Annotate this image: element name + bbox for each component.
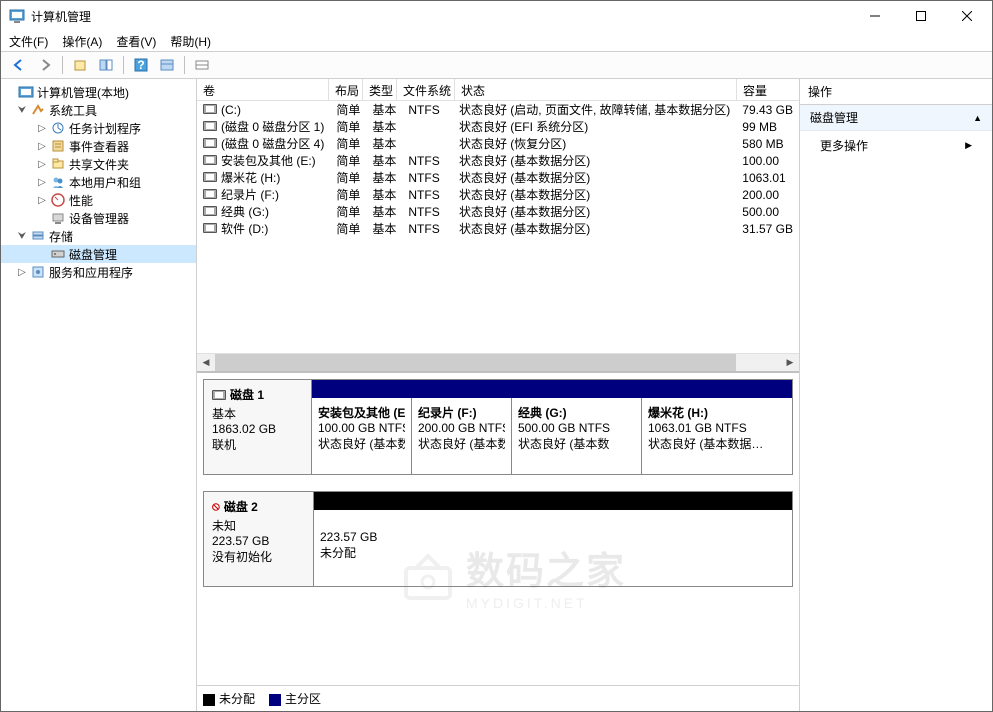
toolbar: ? [1,51,992,79]
maximize-button[interactable] [898,1,944,31]
tree-storage[interactable]: ⮟存储 [1,227,196,245]
volume-row[interactable]: (磁盘 0 磁盘分区 4)简单基本状态良好 (恢复分区)580 MB [197,135,799,152]
minimize-button[interactable] [852,1,898,31]
menu-bar: 文件(F) 操作(A) 查看(V) 帮助(H) [1,31,992,51]
col-layout[interactable]: 布局 [329,79,363,100]
tree-system-tools[interactable]: ⮟系统工具 [1,101,196,119]
actions-panel: 操作 磁盘管理 ▲ 更多操作 ▶ [800,79,992,711]
volume-row[interactable]: 经典 (G:)简单基本NTFS状态良好 (基本数据分区)500.00 [197,203,799,220]
tree-disk-management[interactable]: 磁盘管理 [1,245,196,263]
menu-file[interactable]: 文件(F) [9,33,48,50]
menu-action[interactable]: 操作(A) [62,33,102,50]
volumes-table[interactable]: (C:)简单基本NTFS状态良好 (启动, 页面文件, 故障转储, 基本数据分区… [197,101,799,237]
legend: 未分配 主分区 [197,685,799,711]
main-content: 卷 布局 类型 文件系统 状态 容量 (C:)简单基本NTFS状态良好 (启动,… [197,79,800,711]
disk-1-row[interactable]: 磁盘 1 基本 1863.02 GB 联机 安装包及其他 (E100.00 GB… [203,379,793,475]
collapse-icon[interactable]: ⮟ [15,103,29,117]
column-headers[interactable]: 卷 布局 类型 文件系统 状态 容量 [197,79,799,101]
expand-icon[interactable]: ▷ [35,121,49,135]
app-icon [9,8,25,24]
tree-event-viewer[interactable]: ▷事件查看器 [1,137,196,155]
expand-icon[interactable]: ▷ [35,193,49,207]
volume-row[interactable]: (C:)简单基本NTFS状态良好 (启动, 页面文件, 故障转储, 基本数据分区… [197,101,799,118]
disk-icon [212,390,226,400]
disk-1-partition[interactable]: 经典 (G:)500.00 GB NTFS状态良好 (基本数 [512,398,642,474]
tree-device-manager[interactable]: 设备管理器 [1,209,196,227]
volume-row[interactable]: 软件 (D:)简单基本NTFS状态良好 (基本数据分区)31.57 GB [197,220,799,237]
navigation-tree[interactable]: 计算机管理(本地) ⮟系统工具 ▷任务计划程序 ▷事件查看器 ▷共享文件夹 ▷本… [1,79,197,711]
menu-view[interactable]: 查看(V) [116,33,156,50]
title-bar: 计算机管理 [1,1,992,31]
volume-row[interactable]: 纪录片 (F:)简单基本NTFS状态良好 (基本数据分区)200.00 [197,186,799,203]
disk-2-label: ⦸ 磁盘 2 未知 223.57 GB 没有初始化 [204,492,314,586]
scroll-right-icon[interactable]: ▶ [781,354,799,371]
disk-1-header-bar [312,380,792,398]
h-scrollbar[interactable]: ◀ ▶ [197,353,799,371]
disk-2-header-bar [314,492,792,510]
warning-icon: ⦸ [212,499,220,514]
expand-icon[interactable]: ▷ [35,157,49,171]
tree-performance[interactable]: ▷性能 [1,191,196,209]
toolbar-icon-3[interactable] [155,54,179,76]
actions-header: 操作 [800,79,992,105]
toolbar-icon-4[interactable] [190,54,214,76]
scroll-left-icon[interactable]: ◀ [197,354,215,371]
window-title: 计算机管理 [31,8,852,25]
tree-services-apps[interactable]: ▷服务和应用程序 [1,263,196,281]
col-capacity[interactable]: 容量 [737,79,799,100]
expand-icon[interactable]: ▷ [35,175,49,189]
toolbar-icon-1[interactable] [68,54,92,76]
forward-button[interactable] [33,54,57,76]
col-volume[interactable]: 卷 [197,79,329,100]
toolbar-icon-2[interactable] [94,54,118,76]
disk-1-partition[interactable]: 爆米花 (H:)1063.01 GB NTFS状态良好 (基本数据… [642,398,792,474]
volume-list: 卷 布局 类型 文件系统 状态 容量 (C:)简单基本NTFS状态良好 (启动,… [197,79,799,373]
disk-1-label: 磁盘 1 基本 1863.02 GB 联机 [204,380,312,474]
expand-icon[interactable]: ▷ [35,139,49,153]
disk-map: 磁盘 1 基本 1863.02 GB 联机 安装包及其他 (E100.00 GB… [197,373,799,685]
collapse-icon[interactable]: ⮟ [15,229,29,243]
volume-row[interactable]: 安装包及其他 (E:)简单基本NTFS状态良好 (基本数据分区)100.00 [197,152,799,169]
tree-root[interactable]: 计算机管理(本地) [1,83,196,101]
scroll-thumb[interactable] [215,354,736,371]
expand-icon[interactable]: ▶ [965,140,972,151]
tree-shared-folders[interactable]: ▷共享文件夹 [1,155,196,173]
tree-task-scheduler[interactable]: ▷任务计划程序 [1,119,196,137]
disk-2-row[interactable]: ⦸ 磁盘 2 未知 223.57 GB 没有初始化 223.57 GB 未分配 [203,491,793,587]
svg-text:?: ? [137,58,144,72]
disk-1-partition[interactable]: 安装包及其他 (E100.00 GB NTFS状态良好 (基本数 [312,398,412,474]
disk-1-partition[interactable]: 纪录片 (F:)200.00 GB NTFS状态良好 (基本数 [412,398,512,474]
col-status[interactable]: 状态 [455,79,737,100]
legend-primary-swatch [269,694,281,706]
col-type[interactable]: 类型 [363,79,397,100]
tree-local-users[interactable]: ▷本地用户和组 [1,173,196,191]
collapse-icon[interactable]: ▲ [973,113,982,123]
col-filesystem[interactable]: 文件系统 [397,79,455,100]
back-button[interactable] [7,54,31,76]
actions-more[interactable]: 更多操作 ▶ [800,131,992,160]
volume-row[interactable]: (磁盘 0 磁盘分区 1)简单基本状态良好 (EFI 系统分区)99 MB [197,118,799,135]
close-button[interactable] [944,1,990,31]
help-icon[interactable]: ? [129,54,153,76]
volume-row[interactable]: 爆米花 (H:)简单基本NTFS状态良好 (基本数据分区)1063.01 [197,169,799,186]
actions-section-disk-mgmt[interactable]: 磁盘管理 ▲ [800,105,992,131]
legend-unallocated-swatch [203,694,215,706]
menu-help[interactable]: 帮助(H) [170,33,211,50]
expand-icon[interactable]: ▷ [15,265,29,279]
disk-2-partition[interactable]: 223.57 GB 未分配 [314,510,792,586]
